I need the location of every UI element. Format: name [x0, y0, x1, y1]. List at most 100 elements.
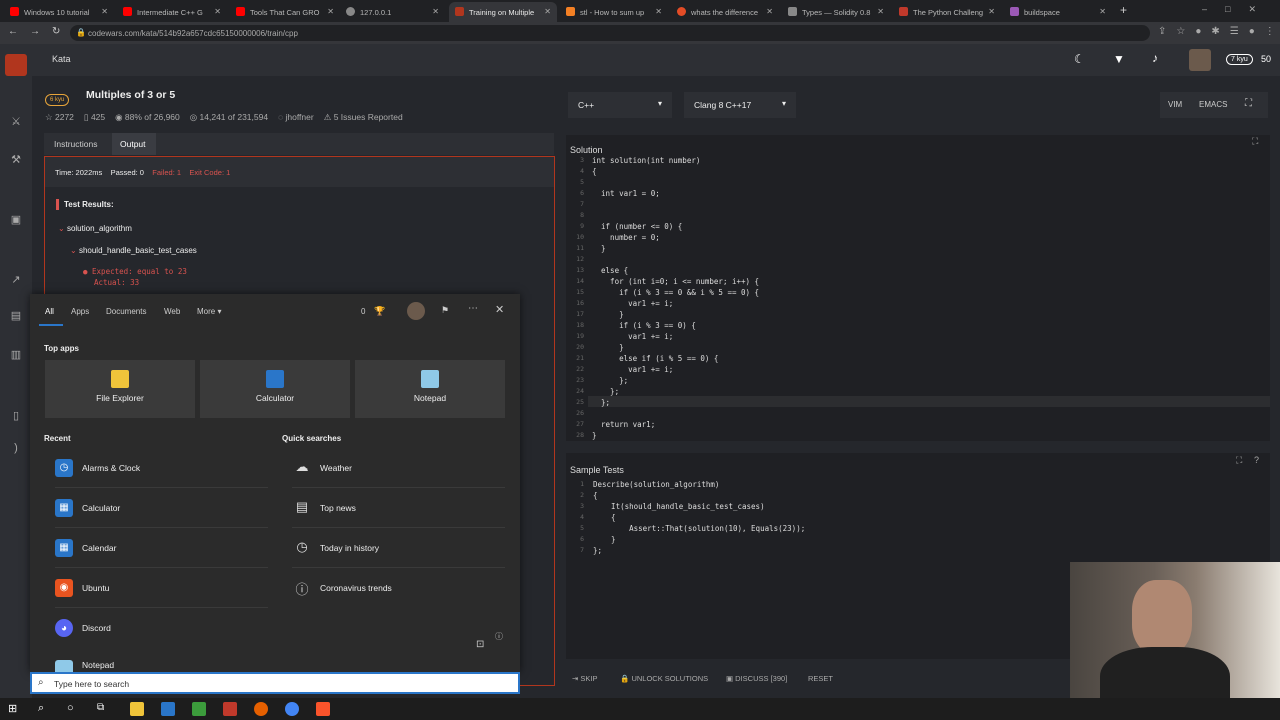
recent-item[interactable]: Notepad [55, 648, 268, 672]
window-controls[interactable]: –□✕ [1202, 4, 1274, 15]
url-bar[interactable]: 🔒 codewars.com/kata/514b92a657cdc6515000… [70, 25, 1150, 41]
reset-button[interactable]: RESET [808, 674, 833, 683]
close-icon[interactable]: ✕ [544, 7, 551, 16]
it-block[interactable]: ⌄ should_handle_basic_test_cases [70, 246, 197, 255]
info-icon[interactable]: ⓘ [495, 631, 503, 642]
screenshot-icon[interactable]: ⊡ [476, 639, 484, 650]
browser-tab[interactable]: buildspace ✕ [1004, 2, 1112, 22]
browser-tab[interactable]: whats the difference ✕ [671, 2, 779, 22]
recent-item[interactable]: ◷ Alarms & Clock [55, 448, 268, 488]
recent-item[interactable]: ▦ Calculator [55, 488, 268, 528]
close-icon[interactable]: ✕ [988, 7, 995, 16]
quick-search-coronavirus[interactable]: ⓘ Coronavirus trends [292, 568, 505, 608]
search-tab-documents[interactable]: Documents [106, 307, 146, 316]
stars-stat[interactable]: ☆ 2272 [45, 112, 74, 123]
close-icon[interactable]: ✕ [766, 7, 773, 16]
train-icon[interactable]: ⚔ [9, 116, 23, 128]
recent-item[interactable]: ◕ Discord [55, 608, 268, 648]
close-icon[interactable]: ✕ [327, 7, 334, 16]
firefox-icon[interactable] [254, 702, 268, 716]
terminal-icon[interactable] [192, 702, 206, 716]
briefcase-icon[interactable]: ▣ [9, 214, 23, 226]
nav-buttons[interactable]: ←→↻ [8, 26, 72, 37]
close-icon[interactable]: ✕ [214, 7, 221, 16]
practice-icon[interactable]: ⚒ [9, 154, 23, 166]
bookmark-icon[interactable]: ▼ [1113, 52, 1125, 66]
account-avatar[interactable] [407, 302, 425, 320]
fullscreen-icon[interactable]: ⛶ [1245, 98, 1252, 109]
close-icon[interactable]: ✕ [877, 7, 884, 16]
leaderboard-icon[interactable]: ↗ [9, 274, 23, 286]
tab-instructions[interactable]: Instructions [44, 133, 110, 155]
chat-icon[interactable]: ▤ [9, 310, 23, 322]
unlock-solutions-button[interactable]: 🔒 UNLOCK SOLUTIONS [620, 674, 708, 683]
close-icon[interactable]: ✕ [432, 7, 439, 16]
top-app-calculator[interactable]: Calculator [200, 360, 350, 418]
trophy-icon[interactable]: 🏆 [374, 306, 385, 317]
avatar[interactable] [1189, 49, 1211, 71]
browser-tab[interactable]: The Python Challeng ✕ [893, 2, 1001, 22]
close-icon[interactable]: ✕ [101, 7, 108, 16]
codewars-logo-icon[interactable] [5, 54, 27, 76]
rewards-points: 0 [361, 307, 366, 316]
brave-icon[interactable] [316, 702, 330, 716]
recent-item[interactable]: ▦ Calendar [55, 528, 268, 568]
close-icon[interactable]: ✕ [495, 303, 504, 316]
dark-mode-icon[interactable]: ☾ [1074, 52, 1085, 66]
task-view-icon[interactable]: ⧉ [97, 702, 111, 716]
file-explorer-icon[interactable] [130, 702, 144, 716]
vim-button[interactable]: VIM [1168, 100, 1182, 109]
extension-icons[interactable]: ⇪☆●✱☰●⋮ [1158, 26, 1280, 37]
discuss-icon[interactable]: ▥ [9, 349, 23, 361]
browser-tab-active[interactable]: Training on Multiple ✕ [449, 2, 557, 22]
top-app-file-explorer[interactable]: File Explorer [45, 360, 195, 418]
news-icon: ▤ [295, 498, 309, 514]
skip-button[interactable]: ⇥ SKIP [572, 674, 597, 683]
bell-icon[interactable]: ♪ [1152, 51, 1158, 65]
search-icon[interactable]: ⌕ [38, 702, 52, 716]
rss-icon[interactable]: ) [9, 442, 23, 454]
taskbar-search-box[interactable]: ⌕ Type here to search [30, 672, 520, 694]
browser-tab[interactable]: 127.0.0.1 ✕ [340, 2, 445, 22]
issues-link[interactable]: ⚠ 5 Issues Reported [324, 112, 403, 123]
help-icon[interactable]: ? [1254, 455, 1259, 465]
author-link[interactable]: ◌ jhoffner [278, 112, 314, 123]
browser-tab[interactable]: Windows 10 tutorial ✕ [4, 2, 114, 22]
expand-icon[interactable]: ⛶ [1252, 136, 1258, 147]
quick-search-news[interactable]: ▤ Top news [292, 488, 505, 528]
book-icon[interactable]: ▯ [9, 410, 23, 422]
quick-search-weather[interactable]: ☁ Weather [292, 448, 505, 488]
tab-output[interactable]: Output [112, 133, 156, 155]
more-options-icon[interactable]: ⋯ [468, 303, 478, 314]
chrome-icon[interactable] [285, 702, 299, 716]
browser-tab[interactable]: stl - How to sum up ✕ [560, 2, 668, 22]
search-tab-all[interactable]: All [45, 307, 54, 316]
close-icon[interactable]: ✕ [1099, 7, 1106, 16]
app-icon[interactable] [223, 702, 237, 716]
search-tab-apps[interactable]: Apps [71, 307, 89, 316]
top-app-notepad[interactable]: Notepad [355, 360, 505, 418]
browser-tab[interactable]: Types — Solidity 0.8 ✕ [782, 2, 890, 22]
search-input[interactable]: Type here to search [54, 679, 129, 689]
browser-tab[interactable]: Intermediate C++ G ✕ [117, 2, 227, 22]
compiler-select[interactable]: Clang 8 C++17 ▾ [684, 92, 796, 118]
new-tab-button[interactable]: + [1120, 3, 1127, 17]
search-tab-web[interactable]: Web [164, 307, 180, 316]
describe-block[interactable]: ⌄ solution_algorithm [58, 224, 132, 233]
close-icon[interactable]: ✕ [655, 7, 662, 16]
cortana-icon[interactable]: ○ [67, 702, 81, 716]
recent-item[interactable]: ◉ Ubuntu [55, 568, 268, 608]
browser-tab[interactable]: Tools That Can GRO ✕ [230, 2, 340, 22]
emacs-button[interactable]: EMACS [1199, 100, 1227, 109]
bookmark-stat[interactable]: ▯ 425 [84, 112, 105, 123]
solution-editor[interactable]: Solution ⛶ 3 4 5 6 7 8 9 10 11 12 13 14 … [566, 135, 1270, 441]
sample-tests-code[interactable]: Describe(solution_algorithm) { It(should… [593, 479, 805, 556]
windows-start-icon[interactable]: ⊞ [8, 702, 22, 716]
expand-icon[interactable]: ⛶ [1236, 455, 1242, 466]
discuss-button[interactable]: ▣ DISCUSS [390] [726, 674, 787, 683]
vscode-icon[interactable] [161, 702, 175, 716]
language-select[interactable]: C++ ▾ [568, 92, 672, 118]
search-tab-more[interactable]: More ▾ [197, 307, 221, 316]
feedback-icon[interactable]: ⚑ [441, 305, 449, 316]
quick-search-history[interactable]: ◷ Today in history [292, 528, 505, 568]
